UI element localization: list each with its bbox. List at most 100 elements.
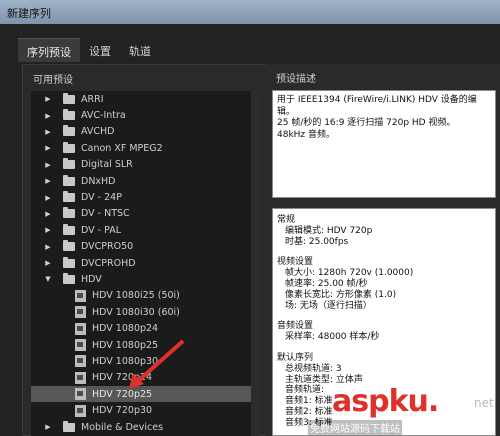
preset-item[interactable]: HDV 720p30	[31, 402, 261, 418]
preset-folder[interactable]: ▶ Canon XF MPEG2	[31, 140, 261, 156]
folder-icon	[63, 207, 75, 219]
expand-right-icon[interactable]: ▶	[43, 128, 53, 136]
preset-file-icon	[75, 289, 86, 302]
details-line: 时基: 25.00fps	[285, 236, 349, 247]
expand-right-icon[interactable]: ▶	[43, 210, 53, 218]
preset-folder[interactable]: ▶ DV - PAL	[31, 222, 261, 238]
details-line: 编辑模式: HDV 720p	[285, 225, 373, 236]
expand-right-icon[interactable]: ▶	[43, 95, 53, 103]
window-titlebar: 新建序列	[0, 0, 500, 24]
tree-item-label: AVC-Intra	[81, 110, 126, 122]
tree-item-label: Canon XF MPEG2	[81, 142, 163, 154]
watermark-logo-part: ku	[388, 384, 429, 419]
preset-file-icon	[75, 371, 86, 384]
folder-icon	[63, 256, 75, 268]
new-sequence-dialog: 序列预设 设置 轨道 可用预设 ▶ ARRI ▶ AVC-Intra ▶ AVCHD ▶ Ca…	[0, 24, 500, 436]
details-line: 帧大小: 1280h 720v (1.0000)	[285, 268, 414, 279]
details-line: 帧速率: 25.00 帧/秒	[285, 278, 368, 289]
tab-label: 轨道	[129, 45, 151, 58]
folder-icon	[63, 158, 75, 170]
tree-item-label: DV - 24P	[81, 192, 122, 204]
preset-description-text: 用于 IEEE1394 (FireWire/i.LINK) HDV 设备的编辑。…	[272, 90, 496, 198]
window-title: 新建序列	[7, 7, 51, 20]
preset-file-icon	[75, 339, 86, 352]
preset-folder[interactable]: ▶ AVC-Intra	[31, 107, 261, 123]
preset-description-heading: 预设描述	[276, 74, 316, 85]
tree-item-label: DNxHD	[81, 175, 116, 187]
tree-item-label: HDV 720p25	[92, 388, 153, 400]
watermark-logo-part: asp	[332, 384, 390, 419]
folder-icon	[63, 240, 75, 252]
preset-item[interactable]: HDV 1080p24	[31, 320, 261, 336]
preset-folder[interactable]: ▶ ARRI	[31, 91, 261, 107]
tree-item-label: Digital SLR	[81, 159, 133, 171]
expand-right-icon[interactable]: ▶	[43, 243, 53, 251]
tree-item-label: DVCPRO50	[81, 241, 134, 253]
folder-icon	[63, 223, 75, 235]
expand-right-icon[interactable]: ▶	[43, 177, 53, 185]
tab-settings[interactable]: 设置	[80, 38, 120, 62]
preset-folder[interactable]: ▶ DVCPROHD	[31, 255, 261, 271]
available-presets-panel: 可用预设 ▶ ARRI ▶ AVC-Intra ▶ AVCHD ▶ Canon XF MPEG…	[22, 64, 270, 436]
expand-right-icon[interactable]: ▶	[43, 259, 53, 267]
details-spacer	[277, 343, 491, 353]
preset-description-panel: 预设描述 用于 IEEE1394 (FireWire/i.LINK) HDV 设…	[266, 64, 500, 436]
folder-icon	[63, 191, 75, 203]
tree-item-label: DV - PAL	[81, 224, 122, 236]
preset-folder[interactable]: ▶ Digital SLR	[31, 157, 261, 173]
expand-right-icon[interactable]: ▶	[43, 194, 53, 202]
preset-item[interactable]: HDV 1080p30	[31, 353, 261, 369]
watermark-net: net	[474, 396, 494, 410]
tree-item-label: HDV 720p24	[92, 372, 153, 384]
preset-file-icon	[75, 306, 86, 319]
preset-item[interactable]: HDV 720p25	[31, 386, 261, 403]
tree-item-label: HDV 1080p24	[92, 323, 159, 335]
folder-icon	[63, 92, 75, 104]
details-section-heading: 音频设置	[277, 321, 314, 332]
preset-item[interactable]: HDV 1080i25 (50i)	[31, 288, 261, 304]
preset-folder[interactable]: ▶ DVCPRO50	[31, 239, 261, 255]
folder-icon	[63, 272, 75, 284]
preset-folder[interactable]: ▶ DV - 24P	[31, 189, 261, 205]
watermark-dot: .	[427, 384, 439, 419]
description-line: 48kHz 音频。	[277, 129, 336, 140]
preset-tree[interactable]: ▶ ARRI ▶ AVC-Intra ▶ AVCHD ▶ Canon XF MPEG2 ▶ Dig…	[31, 91, 261, 436]
expand-right-icon[interactable]: ▶	[43, 423, 53, 431]
expand-right-icon[interactable]: ▶	[43, 112, 53, 120]
tree-item-label: HDV 1080p25	[92, 339, 159, 351]
expand-right-icon[interactable]: ▶	[43, 226, 53, 234]
details-line: 采样率: 48000 样本/秒	[285, 332, 380, 343]
description-line: 用于 IEEE1394 (FireWire/i.LINK) HDV 设备的编辑。	[277, 95, 477, 117]
tab-sequence-presets[interactable]: 序列预设	[18, 38, 80, 62]
preset-file-icon	[75, 322, 86, 335]
folder-icon	[63, 141, 75, 153]
expand-down-icon[interactable]: ▼	[43, 275, 53, 283]
tree-scrollbar[interactable]	[251, 91, 261, 436]
expand-right-icon[interactable]: ▶	[43, 161, 53, 169]
preset-folder[interactable]: ▶ Mobile & Devices	[31, 419, 261, 435]
tree-item-label: AVCHD	[81, 126, 115, 138]
details-line: 场: 无场（逐行扫描）	[285, 300, 372, 311]
aspku-watermark: aspku. net 免费网站源码下载站	[300, 384, 500, 436]
details-line: 像素长宽比: 方形像素 (1.0)	[285, 289, 397, 300]
preset-item[interactable]: HDV 1080p25	[31, 337, 261, 353]
watermark-logo: aspku.	[332, 384, 439, 419]
preset-item[interactable]: HDV 720p24	[31, 370, 261, 386]
tab-tracks[interactable]: 轨道	[120, 38, 160, 62]
preset-file-icon	[75, 404, 86, 417]
details-line: 总视频轨道: 3	[285, 363, 342, 374]
tree-item-label: DV - NTSC	[81, 208, 130, 220]
description-line: 25 帧/秒的 16:9 逐行扫描 720p HD 视频。	[277, 118, 456, 128]
preset-folder[interactable]: ▶ DV - NTSC	[31, 206, 261, 222]
tree-item-label: HDV 720p30	[92, 405, 153, 417]
tree-item-label: HDV 1080i25 (50i)	[92, 290, 180, 302]
details-section-heading: 视频设置	[277, 257, 314, 268]
available-presets-heading: 可用预设	[33, 75, 73, 86]
preset-folder[interactable]: ▶ DNxHD	[31, 173, 261, 189]
details-section-heading: 默认序列	[277, 352, 314, 363]
preset-folder[interactable]: ▶ AVCHD	[31, 124, 261, 140]
details-section-heading: 常规	[277, 215, 296, 225]
preset-folder[interactable]: ▼ HDV	[31, 271, 261, 287]
preset-item[interactable]: HDV 1080i30 (60i)	[31, 304, 261, 320]
expand-right-icon[interactable]: ▶	[43, 144, 53, 152]
